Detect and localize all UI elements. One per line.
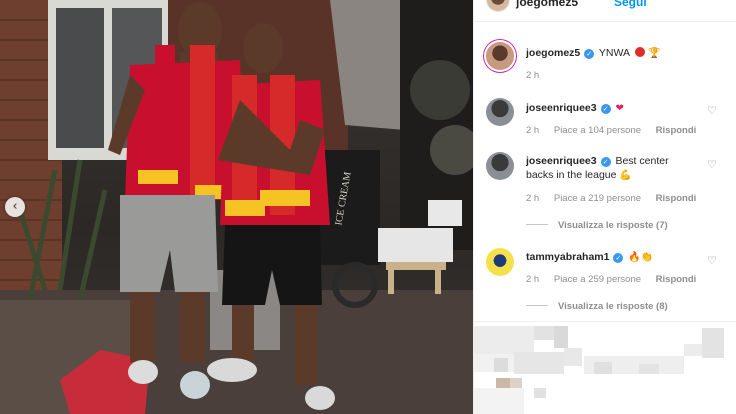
- comment-likes[interactable]: Piace a 259 persone: [554, 274, 641, 285]
- chevron-left-icon: ‹: [12, 198, 18, 214]
- caption-body: YNWA: [598, 47, 630, 59]
- post-photo[interactable]: ICE CREAM ‹: [0, 0, 473, 414]
- comment-time: 2 h: [526, 125, 540, 136]
- caption-time: 2 h: [526, 70, 540, 81]
- replies-divider: [526, 224, 548, 225]
- verified-badge-icon: ✓: [600, 157, 611, 167]
- header-username[interactable]: joegomez5: [516, 0, 578, 9]
- avatar[interactable]: [486, 248, 514, 276]
- photo-illustration: ICE CREAM: [0, 0, 473, 414]
- heart-icon[interactable]: ♡: [707, 105, 717, 116]
- heart-icon[interactable]: ♡: [707, 255, 717, 266]
- verified-badge-icon: ✓: [584, 49, 595, 59]
- reply-button[interactable]: Rispondi: [656, 125, 697, 136]
- post-header: joegomez5 Segui: [474, 0, 736, 22]
- follow-button[interactable]: Segui: [614, 0, 647, 9]
- avatar[interactable]: [486, 152, 514, 180]
- red-circle-emoji: [635, 47, 646, 57]
- replies-divider: [526, 305, 548, 306]
- heart-icon[interactable]: ♡: [707, 159, 717, 170]
- comment-meta: 2 h Piace a 259 persone Rispondi: [526, 274, 708, 285]
- comment-time: 2 h: [526, 274, 540, 285]
- reply-button[interactable]: Rispondi: [656, 193, 697, 204]
- caption-text: joegomez5 ✓ YNWA 🏆: [526, 46, 696, 61]
- flexed-biceps-emoji: 💪: [619, 170, 632, 181]
- header-avatar[interactable]: [486, 0, 510, 12]
- comment-meta: 2 h Piace a 104 persone Rispondi: [526, 125, 708, 136]
- fire-clap-emoji: 🔥👏: [628, 252, 654, 263]
- pixelated-region: [474, 322, 736, 414]
- comment-text: tammyabraham1 ✓ 🔥👏: [526, 250, 696, 265]
- comment-username[interactable]: joseenriquee3: [526, 155, 597, 167]
- comment-username[interactable]: joseenriquee3: [526, 102, 597, 114]
- verified-badge-icon: ✓: [600, 104, 611, 114]
- comment-meta: 2 h Piace a 219 persone Rispondi: [526, 193, 708, 204]
- view-replies-label: Visualizza le risposte (7): [558, 220, 668, 231]
- red-heart-emoji: ❤: [615, 103, 624, 114]
- caption-username[interactable]: joegomez5: [526, 47, 580, 59]
- comments-panel: joegomez5 Segui joegomez5 ✓ YNWA 🏆 2 h j…: [473, 0, 736, 414]
- trophy-emoji: 🏆: [648, 48, 661, 59]
- previous-photo-button[interactable]: ‹: [5, 197, 25, 217]
- comment-text: joseenriquee3 ✓ Best center backs in the…: [526, 154, 686, 183]
- verified-badge-icon: ✓: [613, 253, 624, 263]
- comment-text: joseenriquee3 ✓ ❤: [526, 101, 696, 116]
- comment-likes[interactable]: Piace a 104 persone: [554, 125, 641, 136]
- avatar[interactable]: [486, 98, 514, 126]
- view-replies-button[interactable]: Visualizza le risposte (7): [526, 220, 668, 231]
- avatar[interactable]: [486, 42, 514, 70]
- view-replies-label: Visualizza le risposte (8): [558, 301, 668, 312]
- view-replies-button[interactable]: Visualizza le risposte (8): [526, 301, 668, 312]
- ice-cream-cart: [320, 150, 380, 265]
- reply-button[interactable]: Rispondi: [656, 274, 697, 285]
- comment-time: 2 h: [526, 193, 540, 204]
- caption-meta: 2 h: [526, 70, 551, 81]
- comment-username[interactable]: tammyabraham1: [526, 251, 609, 263]
- comment-likes[interactable]: Piace a 219 persone: [554, 193, 641, 204]
